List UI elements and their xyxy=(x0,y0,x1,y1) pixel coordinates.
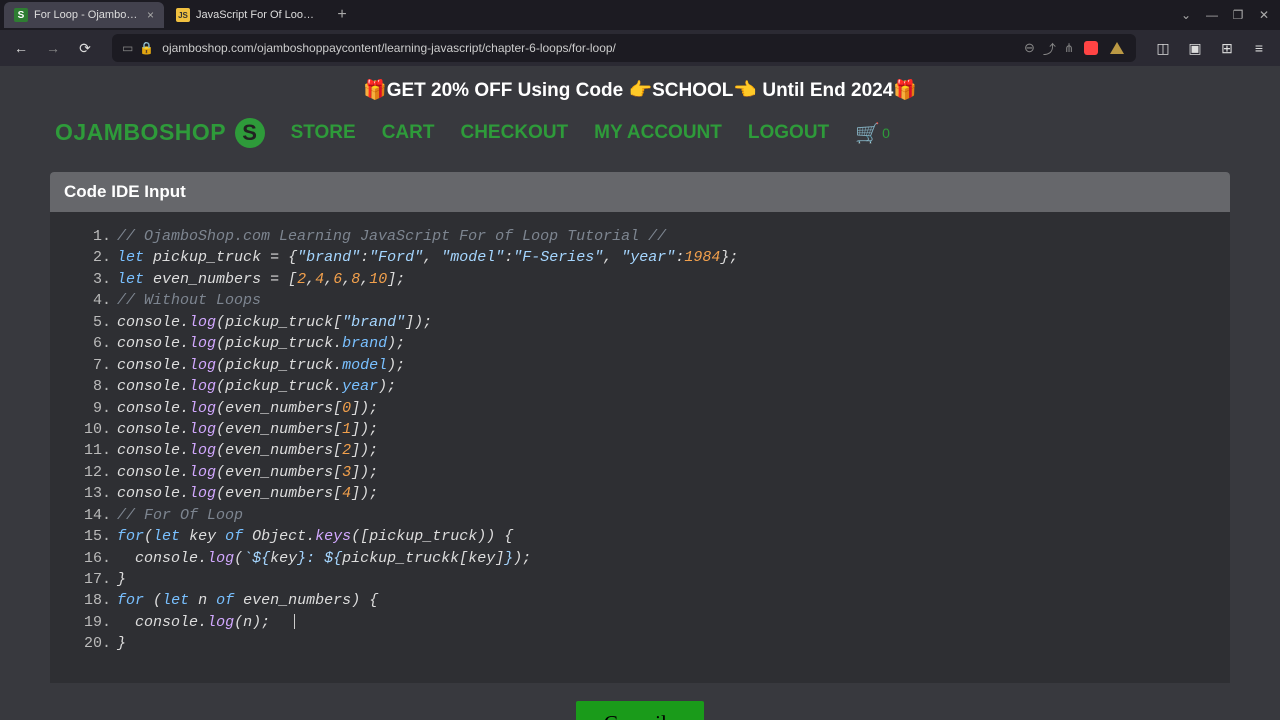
logo-text: OJAMBOSHOP xyxy=(55,119,226,145)
favicon-icon: JS xyxy=(176,8,190,22)
url-bar[interactable]: ▭ 🔒 ojamboshop.com/ojamboshoppaycontent/… xyxy=(112,34,1136,62)
extensions-icon[interactable]: ⊞ xyxy=(1214,35,1240,61)
lock-icon[interactable]: 🔒 xyxy=(139,41,154,55)
code-line[interactable]: 2.let pickup_truck = {"brand":"Ford", "m… xyxy=(70,247,1210,268)
close-window-icon[interactable]: ✕ xyxy=(1252,3,1276,27)
browser-tab-inactive[interactable]: JS JavaScript For Of Loop - Ojamb xyxy=(166,2,326,28)
panel-icon[interactable]: ▣ xyxy=(1182,35,1208,61)
gift-icon: 🎁 xyxy=(893,80,917,101)
logo-mark-icon: S xyxy=(235,118,265,148)
new-tab-button[interactable]: + xyxy=(328,2,356,28)
code-line[interactable]: 12.console.log(even_numbers[3]); xyxy=(70,462,1210,483)
site-nav: OJAMBOSHOP S STORE CART CHECKOUT MY ACCO… xyxy=(0,108,1280,158)
back-button[interactable]: ← xyxy=(8,35,34,61)
browser-tab-bar: S For Loop - OjamboShop × JS JavaScript … xyxy=(0,0,1280,30)
code-line[interactable]: 19. console.log(n); xyxy=(70,612,1210,633)
code-line[interactable]: 15.for(let key of Object.keys([pickup_tr… xyxy=(70,526,1210,547)
code-line[interactable]: 4.// Without Loops xyxy=(70,290,1210,311)
code-line[interactable]: 8.console.log(pickup_truck.year); xyxy=(70,376,1210,397)
gift-icon: 🎁 xyxy=(363,80,387,101)
code-ide-panel: Code IDE Input 1.// OjamboShop.com Learn… xyxy=(50,172,1230,683)
nav-link-logout[interactable]: LOGOUT xyxy=(748,122,829,144)
code-line[interactable]: 14.// For Of Loop xyxy=(70,505,1210,526)
nav-link-store[interactable]: STORE xyxy=(291,122,356,144)
share-icon[interactable]: ⤴ xyxy=(1043,39,1056,58)
window-controls: ⌄ — ❐ ✕ xyxy=(1174,3,1276,27)
code-line[interactable]: 17.} xyxy=(70,569,1210,590)
nav-link-my-account[interactable]: MY ACCOUNT xyxy=(594,122,722,144)
page-content: 🎁GET 20% OFF Using Code 👉SCHOOL👈 Until E… xyxy=(0,66,1280,720)
site-logo[interactable]: OJAMBOSHOP S xyxy=(55,118,265,148)
cart-icon: 🛒 xyxy=(855,121,880,146)
maximize-icon[interactable]: ❐ xyxy=(1226,3,1250,27)
promo-code: SCHOOL xyxy=(652,80,733,101)
code-line[interactable]: 11.console.log(even_numbers[2]); xyxy=(70,440,1210,461)
banner-text: Until End 2024 xyxy=(757,80,893,101)
favicon-icon: S xyxy=(14,8,28,22)
chevron-down-icon[interactable]: ⌄ xyxy=(1174,3,1198,27)
menu-icon[interactable]: ≡ xyxy=(1246,35,1272,61)
nav-link-checkout[interactable]: CHECKOUT xyxy=(460,122,568,144)
sidebar-icon[interactable]: ◫ xyxy=(1150,35,1176,61)
code-line[interactable]: 9.console.log(even_numbers[0]); xyxy=(70,398,1210,419)
browser-tab-active[interactable]: S For Loop - OjamboShop × xyxy=(4,2,164,28)
cart-count: 0 xyxy=(882,125,890,141)
code-editor[interactable]: 1.// OjamboShop.com Learning JavaScript … xyxy=(50,212,1230,683)
code-line[interactable]: 18.for (let n of even_numbers) { xyxy=(70,590,1210,611)
nav-link-cart[interactable]: CART xyxy=(382,122,435,144)
pointer-left-icon: 👈 xyxy=(733,80,757,101)
code-line[interactable]: 3.let even_numbers = [2,4,6,8,10]; xyxy=(70,269,1210,290)
tab-title: JavaScript For Of Loop - Ojamb xyxy=(196,9,316,21)
close-icon[interactable]: × xyxy=(147,8,154,22)
minimize-icon[interactable]: — xyxy=(1200,3,1224,27)
zoom-icon[interactable]: ⊖ xyxy=(1024,40,1035,56)
code-line[interactable]: 7.console.log(pickup_truck.model); xyxy=(70,355,1210,376)
code-line[interactable]: 16. console.log(`${key}: ${pickup_truckk… xyxy=(70,548,1210,569)
reload-button[interactable]: ⟳ xyxy=(72,35,98,61)
extension-icon[interactable] xyxy=(1108,39,1126,57)
extension-icon[interactable] xyxy=(1082,39,1100,57)
code-line[interactable]: 13.console.log(even_numbers[4]); xyxy=(70,483,1210,504)
reader-icon[interactable]: ▭ xyxy=(122,41,133,55)
promo-banner: 🎁GET 20% OFF Using Code 👉SCHOOL👈 Until E… xyxy=(0,66,1280,108)
compile-section: Compile xyxy=(0,701,1280,720)
forward-button[interactable]: → xyxy=(40,35,66,61)
cart-button[interactable]: 🛒0 xyxy=(855,121,890,146)
tab-title: For Loop - OjamboShop xyxy=(34,9,141,21)
code-line[interactable]: 20.} xyxy=(70,633,1210,654)
ide-header: Code IDE Input xyxy=(50,172,1230,212)
url-text: ojamboshop.com/ojamboshoppaycontent/lear… xyxy=(162,41,1016,55)
code-line[interactable]: 5.console.log(pickup_truck["brand"]); xyxy=(70,312,1210,333)
browser-nav-bar: ← → ⟳ ▭ 🔒 ojamboshop.com/ojamboshoppayco… xyxy=(0,30,1280,66)
pointer-right-icon: 👉 xyxy=(628,80,652,101)
rss-icon[interactable]: ⋔ xyxy=(1064,41,1074,55)
code-line[interactable]: 1.// OjamboShop.com Learning JavaScript … xyxy=(70,226,1210,247)
code-line[interactable]: 10.console.log(even_numbers[1]); xyxy=(70,419,1210,440)
banner-text: GET 20% OFF Using Code xyxy=(387,80,629,101)
code-line[interactable]: 6.console.log(pickup_truck.brand); xyxy=(70,333,1210,354)
compile-button[interactable]: Compile xyxy=(576,701,704,720)
